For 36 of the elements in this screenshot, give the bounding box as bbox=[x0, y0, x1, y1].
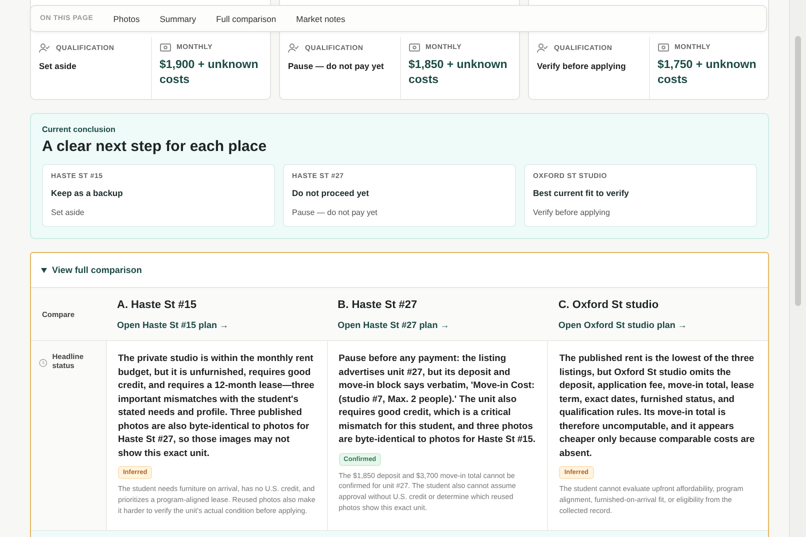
status-text: The private studio is within the monthly rent budget, but it is unfurnished, requires good credit, and requires a 12-month lease—three important mismatches with the student's stated needs and profile. Three published photos are also byte-identical to photos for Haste St #27, so those images may not show this exact unit. bbox=[118, 352, 316, 460]
step-title: Best current fit to verify bbox=[533, 188, 630, 198]
comparison-toggle[interactable]: View full comparison bbox=[31, 253, 768, 287]
nav-link[interactable]: Full comparison bbox=[216, 14, 276, 24]
status-text: The published rent is the lowest of the three listings, but Oxford St studio omits the deposit, application fee, move-in total, lease term, exact dates, furnished status, and qualification rules. Its move-in total is therefore uncomputable, and it appears cheaper only because comparable costs are absent. bbox=[559, 352, 756, 460]
eyebrow-label: Current conclusion bbox=[42, 125, 116, 134]
qualification-value: Set aside bbox=[39, 61, 78, 71]
step-note: Pause — do not pay yet bbox=[292, 208, 378, 217]
column-title: A. Haste St #15 bbox=[117, 299, 198, 311]
banknote-icon bbox=[408, 43, 420, 52]
section-title: A clear next step for each place bbox=[42, 138, 268, 155]
column-title: C. Oxford St studio bbox=[558, 299, 660, 311]
person-check-icon bbox=[39, 43, 50, 53]
step-note: Set aside bbox=[51, 208, 86, 217]
monthly-cost: $1,850 + unknown costs bbox=[408, 58, 508, 88]
clock-icon bbox=[39, 358, 48, 368]
nav-link[interactable]: Summary bbox=[160, 14, 196, 24]
nav-link[interactable]: Photos bbox=[113, 14, 140, 24]
monthly-cost: $1,900 + unknown costs bbox=[160, 58, 260, 88]
scrollbar[interactable] bbox=[789, 0, 806, 537]
banknote-icon bbox=[160, 43, 170, 52]
step-title: Do not proceed yet bbox=[292, 188, 370, 198]
plan-link[interactable]: Open Haste St #27 plan → bbox=[338, 320, 536, 330]
plan-link[interactable]: Open Haste St #15 plan → bbox=[117, 320, 316, 330]
status-text: Pause before any payment: the listing advertises unit #27, but its deposit and move-in block says verbatim, 'Move-in Cost: (studio #7, Max. 2 people).' The unit also requires good credit, which is a critical mismatch for this student, and three photos are byte-identical to photos for Haste St #15. bbox=[338, 352, 536, 446]
person-check-icon bbox=[537, 43, 548, 53]
step-note: Verify before applying bbox=[533, 208, 611, 217]
qualification-value: Verify before applying bbox=[537, 61, 627, 71]
person-check-icon bbox=[288, 43, 299, 53]
column-title: B. Haste St #27 bbox=[338, 299, 418, 311]
monthly-cost: $1,750 + unknown costs bbox=[658, 58, 758, 88]
step-title: Keep as a backup bbox=[51, 188, 124, 198]
qualification-value: Pause — do not pay yet bbox=[288, 61, 385, 71]
banknote-icon bbox=[658, 43, 668, 52]
nav-link[interactable]: Market notes bbox=[296, 14, 346, 24]
plan-link[interactable]: Open Oxford St studio plan → bbox=[558, 320, 757, 330]
